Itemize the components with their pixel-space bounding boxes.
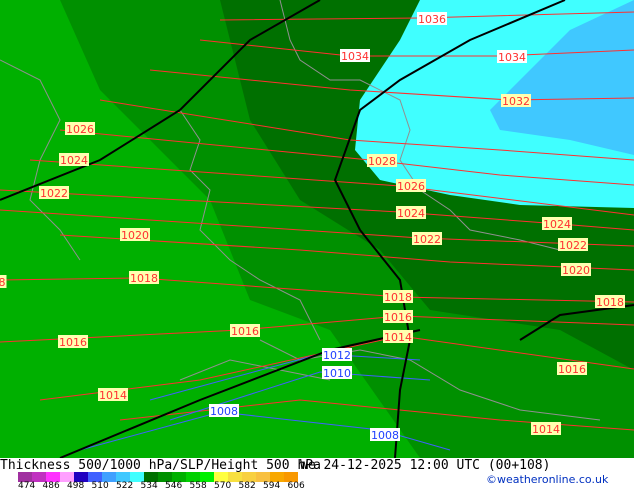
isobar-label: 1026 [397, 180, 425, 193]
isobar-label: 1036 [418, 13, 446, 26]
isobar-label: 1024 [543, 218, 571, 231]
isobar-label: 1032 [502, 95, 530, 108]
isobar-label: 1020 [121, 229, 149, 242]
datetime: We 24-12-2025 12:00 UTC (00+108) [300, 458, 551, 473]
isobar-label: 1010 [323, 367, 351, 380]
isobar-label: 1016 [558, 363, 586, 376]
isobar-label: 1024 [397, 207, 425, 220]
isobar-label: 1014 [384, 331, 412, 344]
isobar-label: 1024 [60, 154, 88, 167]
map-title: Thickness 500/1000 hPa/SLP/Height 500 hP… [0, 458, 321, 473]
isobar-label: 8 [0, 276, 6, 289]
isobar-label: 1026 [66, 123, 94, 136]
isobar-label: 1022 [559, 239, 587, 252]
isobar-label: 1014 [532, 423, 560, 436]
isobar-label: 1016 [231, 325, 259, 338]
isobar-label: 1016 [384, 311, 412, 324]
isobar-label: 1018 [384, 291, 412, 304]
isobar-label: 1022 [413, 233, 441, 246]
isobar-label: 1034 [341, 50, 369, 63]
isobar-label: 1012 [323, 349, 351, 362]
isobar-label: 1008 [371, 429, 399, 442]
isobar-label: 1018 [130, 272, 158, 285]
isobar-label: 1008 [210, 405, 238, 418]
isobar-label: 1022 [40, 187, 68, 200]
isobar-label: 1018 [596, 296, 624, 309]
colorbar [18, 472, 298, 482]
isobar-label: 1034 [498, 51, 526, 64]
isobar-label: 1020 [562, 264, 590, 277]
isobar-label: 1014 [99, 389, 127, 402]
isobar-label: 1028 [368, 155, 396, 168]
isobar-label: 1016 [59, 336, 87, 349]
credit-link[interactable]: ©weatheronline.co.uk [486, 473, 608, 486]
weather-map: 10361034 10341032102810261026102410241024… [0, 0, 634, 458]
